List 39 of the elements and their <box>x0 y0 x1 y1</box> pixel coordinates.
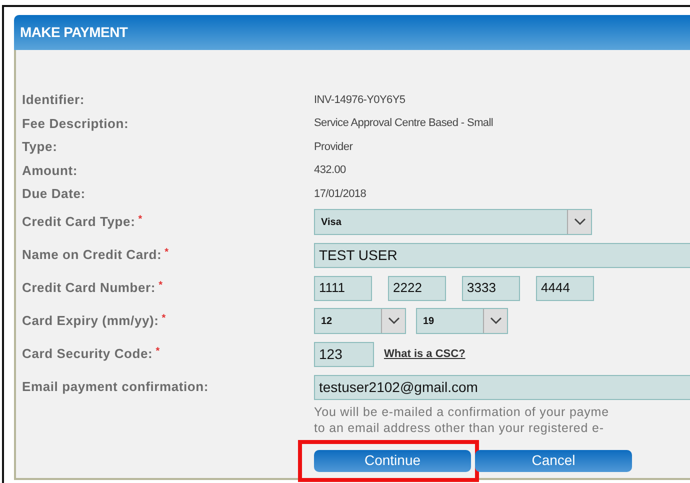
chevron-icon <box>381 309 405 333</box>
required-mark: * <box>162 312 166 326</box>
required-mark: * <box>156 345 160 360</box>
help-text: You will be e-mailed a confirmation of your payme to an email address other than your registered e- <box>314 404 609 436</box>
field-label: Credit Card Number: <box>22 279 156 298</box>
chevron-icon <box>483 309 507 333</box>
field-label: Amount: <box>22 162 79 180</box>
field-value: INV-14976-Y0Y6Y5 <box>314 92 406 108</box>
field-label: Email payment confirmation: <box>22 378 209 396</box>
field-label: Credit Card Type: <box>22 213 136 232</box>
action-button[interactable]: Continue <box>314 450 471 472</box>
field-label: Fee Description: <box>22 114 130 133</box>
field-label: Type: <box>22 138 58 156</box>
field-label: Card Expiry (mm/yy): <box>22 312 159 330</box>
required-mark: * <box>138 213 142 228</box>
field-value: 432.00 <box>314 163 346 178</box>
required-mark: * <box>158 279 163 294</box>
panel-title: MAKE PAYMENT <box>20 23 128 42</box>
action-button[interactable]: Cancel <box>475 450 632 472</box>
field-label: Name on Credit Card: <box>22 246 162 264</box>
field-value: 17/01/2018 <box>314 186 366 202</box>
input-field[interactable]: 3333 <box>462 276 520 300</box>
required-mark: * <box>164 246 169 260</box>
input-field[interactable]: 1111 <box>314 276 372 300</box>
dropdown[interactable]: 12 <box>314 308 406 334</box>
input-field[interactable]: 4444 <box>536 276 594 300</box>
dropdown[interactable]: 19 <box>416 308 508 334</box>
field-value: Service Approval Centre Based - Small <box>314 116 494 131</box>
dropdown[interactable]: Visa <box>314 209 592 235</box>
input-field[interactable]: 123 <box>314 342 374 366</box>
field-label: Identifier: <box>22 91 86 109</box>
input-field[interactable]: TEST USER <box>314 242 690 268</box>
chevron-icon <box>567 210 591 234</box>
input-field[interactable]: 2222 <box>388 276 446 300</box>
input-field[interactable]: testuser2102@gmail.com <box>314 374 690 400</box>
field-label: Card Security Code: <box>22 345 153 364</box>
help-link[interactable]: What is a CSC? <box>384 346 466 362</box>
field-label: Due Date: <box>22 185 86 203</box>
field-value: Provider <box>314 140 353 154</box>
